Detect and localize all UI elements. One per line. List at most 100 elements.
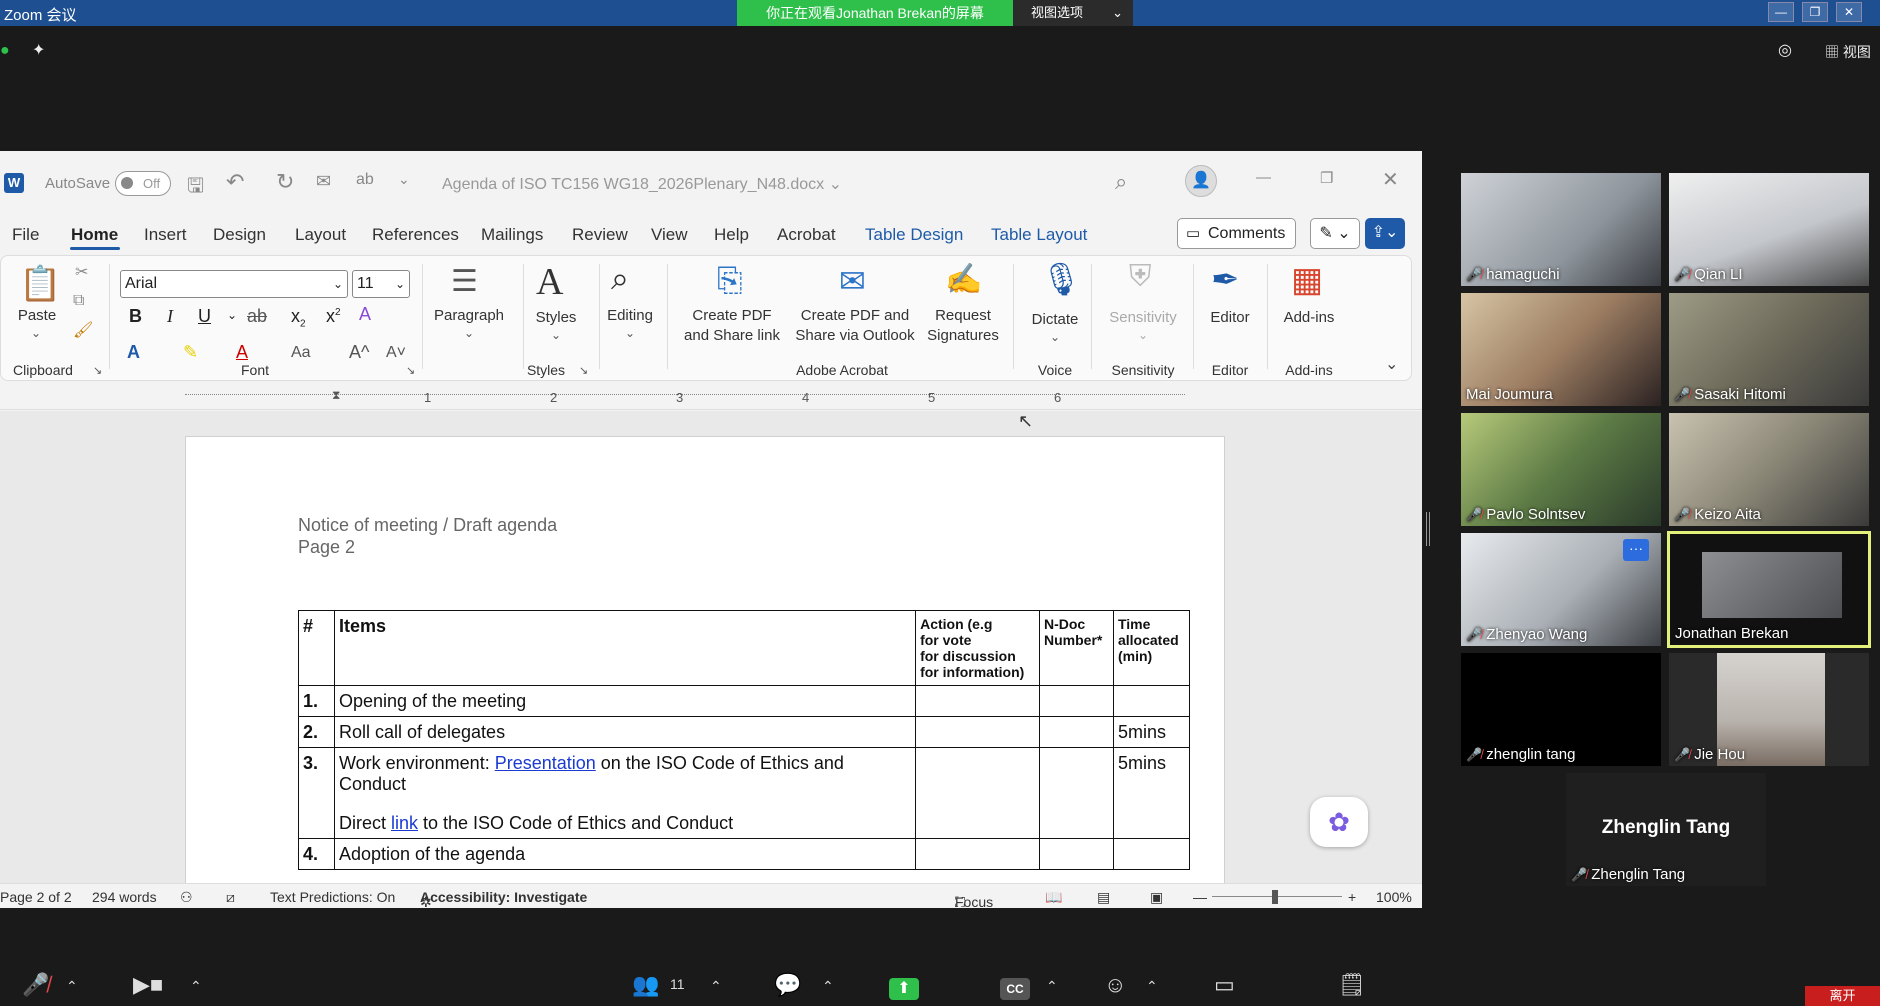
italic-button[interactable]: I (167, 306, 173, 327)
leave-button[interactable]: 离开 (1805, 986, 1880, 1006)
pdf-outlook-icon[interactable]: ✉ (839, 262, 866, 300)
proofing-icon[interactable]: ⚇ (180, 889, 193, 906)
row-action[interactable] (915, 685, 1040, 717)
tab-help[interactable]: Help (714, 225, 749, 245)
text-effects-icon[interactable]: A (127, 342, 140, 363)
shrink-font-icon[interactable]: A˅ (386, 344, 406, 362)
row-item[interactable]: Adoption of the agenda (333, 838, 917, 870)
font-name-combo[interactable]: Arial ⌄ (120, 270, 348, 298)
request-signatures-button[interactable]: Request Signatures (927, 306, 999, 346)
shield-icon[interactable]: ● (0, 42, 10, 60)
row-action[interactable] (915, 716, 1040, 748)
close-button[interactable]: ✕ (1836, 2, 1862, 22)
mail-icon[interactable]: ✉ (316, 171, 331, 192)
styles-icon[interactable]: A (536, 260, 563, 304)
sparkle-icon[interactable]: ✦ (32, 40, 45, 60)
row-ndoc[interactable] (1039, 685, 1114, 717)
superscript-button[interactable]: x2 (326, 306, 341, 327)
page-count[interactable]: Page 2 of 2 (0, 889, 72, 905)
underline-button[interactable]: U (198, 306, 211, 327)
addins-button[interactable]: Add-ins (1284, 308, 1335, 328)
self-view-tile[interactable]: Zhenglin Tang 🎤̸ Zhenglin Tang (1566, 773, 1766, 886)
zoom-in-icon[interactable]: + (1348, 889, 1356, 905)
clipboard-launcher-icon[interactable]: ↘ (93, 364, 102, 377)
maximize-button[interactable]: ❐ (1802, 2, 1828, 22)
zoom-level[interactable]: 100% (1376, 889, 1412, 905)
format-painter-icon[interactable]: 🖌 (73, 320, 93, 340)
editing-mode-button[interactable]: ✎ ⌄ (1310, 218, 1360, 249)
magnifier-icon[interactable]: ⌕ (611, 260, 629, 298)
share-button[interactable]: ⇪⌄ (1365, 218, 1405, 249)
chat-button[interactable]: 💬 (774, 972, 801, 998)
clear-formatting-icon[interactable]: A (359, 304, 371, 325)
row-item[interactable]: Roll call of delegates (333, 716, 917, 748)
cut-icon[interactable]: ✂ (75, 262, 88, 282)
grow-font-icon[interactable]: A^ (349, 342, 369, 363)
comments-button[interactable]: ▭ Comments (1177, 218, 1296, 249)
bold-button[interactable]: B (129, 306, 142, 327)
immersive-icon[interactable]: ◎ (1778, 40, 1792, 60)
read-mode-icon[interactable]: 📖 (1045, 889, 1062, 906)
video-button[interactable]: ▶■ (133, 972, 163, 998)
reactions-chevron[interactable]: ⌃ (1146, 978, 1158, 995)
participant-tile[interactable]: Mai Joumura (1461, 293, 1661, 406)
indent-marker-icon[interactable]: ⧗ (332, 388, 340, 403)
create-pdf-link-button[interactable]: Create PDF and Share link (684, 306, 780, 346)
spelling-icon[interactable]: ab (356, 171, 374, 189)
presentation-link[interactable]: Presentation (495, 753, 596, 773)
collapse-ribbon-icon[interactable]: ⌄ (1385, 354, 1398, 374)
view-options-button[interactable]: 视图选项 ⌄ (1013, 0, 1133, 26)
zoom-out-icon[interactable]: — (1193, 889, 1207, 905)
undo-icon[interactable]: ↶ (226, 169, 244, 195)
row-action[interactable] (915, 838, 1040, 870)
participants-button[interactable]: 👥 (632, 972, 659, 998)
participant-tile-active-speaker[interactable]: Jonathan Brekan (1667, 531, 1871, 648)
horizontal-ruler[interactable]: 1 2 3 4 5 6 ⧗ (0, 386, 1422, 410)
word-restore-button[interactable]: ❐ (1320, 169, 1333, 187)
paste-button[interactable]: Paste (18, 306, 56, 326)
pdf-link-icon[interactable]: ⎘ (717, 262, 743, 300)
reactions-button[interactable]: ☺ (1104, 972, 1126, 998)
word-count[interactable]: 294 words (92, 889, 157, 905)
participant-tile[interactable]: 🎤̸ Keizo Aita (1669, 413, 1869, 526)
mute-button[interactable]: 🎤̸ (22, 972, 49, 998)
participant-tile[interactable]: 🎤̸ Pavlo Solntsev (1461, 413, 1661, 526)
row-item[interactable]: Work environment: Presentation on the IS… (333, 747, 917, 839)
tab-references[interactable]: References (372, 225, 459, 245)
create-pdf-outlook-button[interactable]: Create PDF and Share via Outlook (795, 306, 914, 346)
tab-insert[interactable]: Insert (144, 225, 187, 245)
document-title[interactable]: Agenda of ISO TC156 WG18_2026Plenary_N48… (442, 174, 842, 194)
redo-icon[interactable]: ↻ (276, 169, 294, 195)
participant-tile[interactable]: 🎤̸ hamaguchi (1461, 173, 1661, 286)
ethics-link[interactable]: link (391, 813, 418, 833)
save-icon[interactable]: 🖫 (187, 171, 204, 205)
font-size-combo[interactable]: 11 ⌄ (352, 270, 410, 298)
captions-button[interactable]: CC (1000, 978, 1030, 1000)
track-icon[interactable]: ⧄ (226, 889, 235, 906)
view-button[interactable]: ▦ 视图 (1825, 42, 1871, 62)
copilot-button[interactable]: ✿ (1310, 797, 1368, 847)
row-item[interactable]: Opening of the meeting (333, 685, 917, 717)
zoom-slider-thumb[interactable] (1272, 890, 1278, 904)
notes-button[interactable]: 🗒 (1338, 972, 1366, 998)
audio-options-chevron[interactable]: ⌃ (66, 978, 78, 995)
participant-tile[interactable]: 🎤̸ Qian LI (1669, 173, 1869, 286)
row-ndoc[interactable] (1039, 747, 1114, 839)
tab-mailings[interactable]: Mailings (481, 225, 543, 245)
print-layout-icon[interactable]: ▤ (1097, 889, 1110, 906)
dictate-button[interactable]: Dictate (1032, 310, 1079, 330)
paragraph-icon[interactable]: ☰ (451, 264, 478, 299)
tab-file[interactable]: File (12, 225, 39, 245)
document-page[interactable]: Notice of meeting / Draft agenda Page 2 … (185, 436, 1225, 883)
participant-tile[interactable]: ··· 🎤̸ Zhenyao Wang (1461, 533, 1661, 646)
tab-home[interactable]: Home (71, 225, 118, 245)
tab-table-layout[interactable]: Table Layout (991, 225, 1087, 245)
paste-chevron-icon[interactable]: ⌄ (31, 326, 41, 340)
participant-tile[interactable]: 🎤̸ Sasaki Hitomi (1669, 293, 1869, 406)
strikethrough-button[interactable]: ab (247, 306, 267, 327)
row-time[interactable]: 5mins (1112, 716, 1191, 748)
editing-button[interactable]: Editing (607, 306, 653, 326)
more-options-button[interactable]: ··· (1623, 539, 1649, 561)
customize-qat-icon[interactable]: ⌄ (398, 171, 410, 188)
row-action[interactable] (915, 747, 1040, 839)
